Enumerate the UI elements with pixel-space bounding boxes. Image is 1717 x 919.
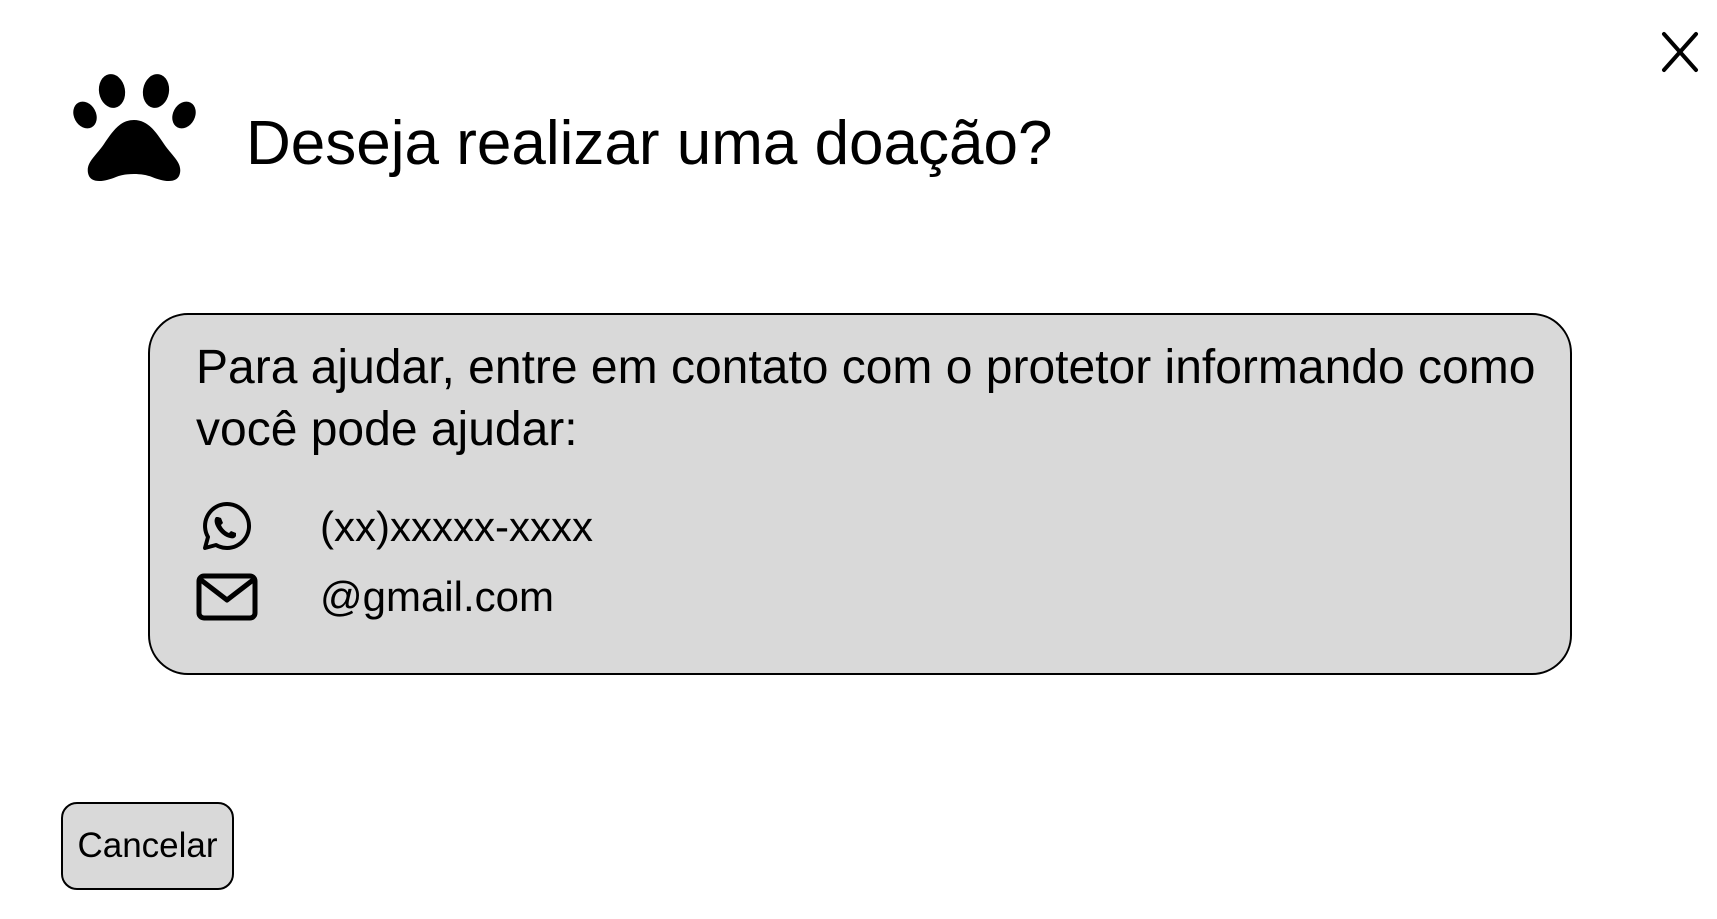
mail-icon [196, 569, 258, 625]
whatsapp-contact[interactable]: (xx)xxxxx-xxxx [196, 497, 593, 557]
close-icon [1662, 32, 1698, 72]
dialog-title: Deseja realizar uma doação? [246, 109, 1053, 178]
cancel-button[interactable]: Cancelar [61, 802, 234, 890]
phone-number: (xx)xxxxx-xxxx [320, 503, 593, 550]
paw-icon [73, 74, 196, 182]
email-address: @gmail.com [320, 573, 555, 620]
email-contact[interactable]: @gmail.com [196, 567, 554, 627]
close-button[interactable] [1660, 30, 1700, 74]
donation-message: Para ajudar, entre em contato com o prot… [196, 341, 1536, 456]
whatsapp-icon [196, 499, 258, 555]
donation-info-card: Para ajudar, entre em contato com o prot… [148, 313, 1572, 675]
